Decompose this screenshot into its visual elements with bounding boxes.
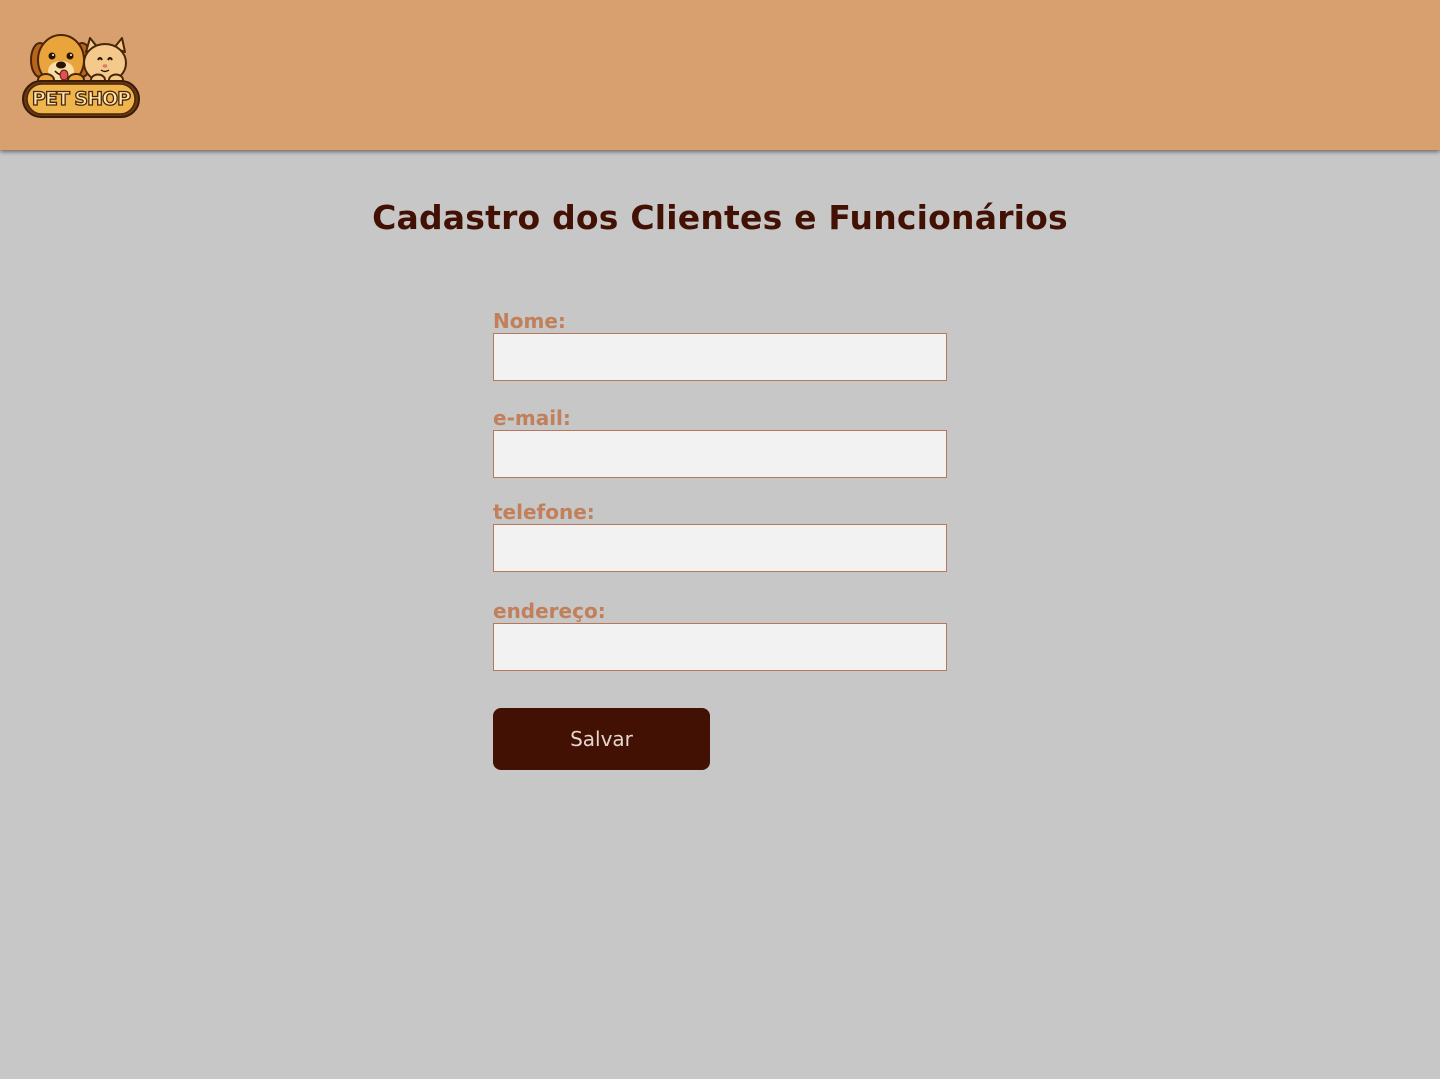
save-button[interactable]: Salvar <box>493 708 710 770</box>
address-input[interactable] <box>493 623 947 671</box>
phone-input[interactable] <box>493 524 947 572</box>
dog-and-cat-logo-icon: PET SHOP <box>22 34 140 118</box>
site-header: PET SHOP <box>0 0 1440 150</box>
logo-text: PET SHOP <box>32 88 131 110</box>
pet-shop-logo[interactable]: PET SHOP <box>20 30 142 122</box>
page-title: Cadastro dos Clientes e Funcionários <box>372 198 1068 237</box>
address-label: endereço: <box>493 599 606 623</box>
phone-label: telefone: <box>493 500 595 524</box>
name-label: Nome: <box>493 309 566 333</box>
name-input[interactable] <box>493 333 947 381</box>
email-input[interactable] <box>493 430 947 478</box>
email-label: e-mail: <box>493 406 571 430</box>
